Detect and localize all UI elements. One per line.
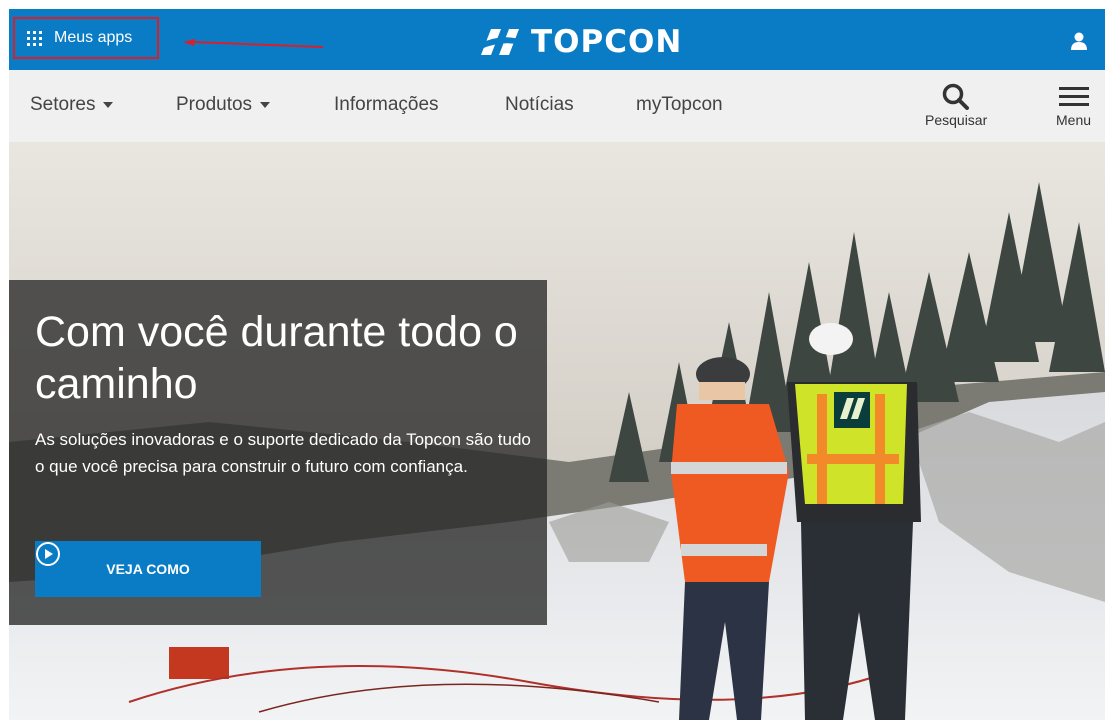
hero-subtext: As soluções inovadoras e o suporte dedic… [35, 430, 531, 476]
hero-banner: Com você durante todo o caminho As soluç… [9, 142, 1105, 720]
search-icon [942, 83, 970, 110]
play-circle-icon [36, 542, 60, 566]
nav-item-label: myTopcon [636, 94, 723, 115]
nav-item-label: Notícias [505, 94, 574, 115]
hero-text-panel: Com você durante todo o caminho As soluç… [9, 280, 547, 625]
my-apps-label: Meus apps [54, 29, 133, 46]
main-nav: Setores Produtos Informações Notícias my… [9, 70, 1105, 142]
search-label: Pesquisar [925, 112, 988, 128]
watch-video-button[interactable]: VEJA COMO [35, 541, 261, 597]
nav-item-setores[interactable]: Setores [30, 94, 114, 116]
nav-item-produtos[interactable]: Produtos [176, 94, 271, 116]
top-bar: Meus apps TOPCON [9, 9, 1105, 70]
caret-down-icon [260, 102, 271, 108]
topcon-logo-icon [479, 29, 523, 55]
menu-label: Menu [1056, 112, 1092, 128]
nav-item-label: Informações [334, 94, 439, 115]
my-apps-button[interactable]: Meus apps [13, 17, 159, 59]
user-icon[interactable] [1069, 31, 1089, 51]
search-button[interactable]: Pesquisar [925, 82, 987, 128]
brand-name: TOPCON [531, 24, 683, 60]
nav-item-label: Setores [30, 94, 96, 115]
caret-down-icon [103, 102, 114, 108]
nav-item-mytopcon[interactable]: myTopcon [636, 94, 723, 116]
topcon-logo[interactable]: TOPCON [477, 24, 683, 60]
nav-item-informacoes[interactable]: Informações [334, 94, 439, 116]
menu-button[interactable]: Menu [1056, 82, 1091, 128]
nav-item-label: Produtos [176, 94, 253, 115]
hamburger-menu-icon [1058, 87, 1089, 106]
cta-label: VEJA COMO [106, 561, 190, 577]
nav-item-noticias[interactable]: Notícias [505, 94, 574, 116]
annotation-arrow-icon [183, 39, 324, 48]
apps-grid-icon [27, 30, 42, 46]
hero-headline: Com você durante todo o caminho [35, 308, 518, 408]
